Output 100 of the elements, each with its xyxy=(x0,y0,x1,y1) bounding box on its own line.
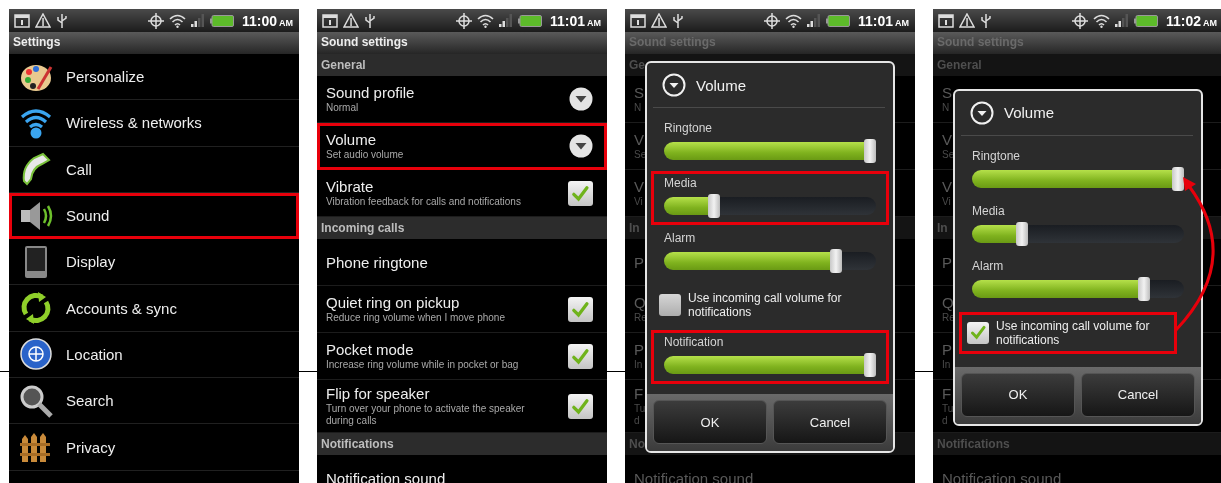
dropdown-icon xyxy=(569,87,593,111)
settings-item[interactable]: Location xyxy=(9,331,299,379)
volume-slider[interactable] xyxy=(972,221,1184,246)
item-subtitle: Tu d xyxy=(942,403,955,427)
settings-item[interactable]: Search xyxy=(9,378,299,425)
item-subtitle: N xyxy=(942,102,950,114)
settings-item[interactable]: Volume Set audio volume xyxy=(317,123,607,170)
settings-item[interactable]: Accounts & sync xyxy=(9,285,299,332)
item-title: Flip for speaker xyxy=(326,385,430,402)
item-title: F xyxy=(942,385,952,402)
item-subtitle: In xyxy=(634,359,643,371)
down-circle-icon xyxy=(970,100,994,125)
warning-icon xyxy=(343,13,359,28)
item-title: V xyxy=(942,131,952,148)
calendar-icon xyxy=(322,13,338,28)
signal-icon xyxy=(190,14,205,27)
usb-icon xyxy=(56,12,68,29)
checkbox[interactable] xyxy=(659,294,681,316)
settings-item[interactable]: Wireless & networks xyxy=(9,100,299,147)
volume-slider[interactable] xyxy=(664,194,876,218)
wifi-icon xyxy=(1092,13,1110,28)
item-title: Notification sound xyxy=(326,469,446,483)
battery-icon xyxy=(517,14,542,27)
checkbox[interactable] xyxy=(568,343,593,369)
checkbox[interactable] xyxy=(568,296,593,322)
slider-label: Media xyxy=(664,176,698,190)
item-subtitle: Vi xyxy=(634,196,643,208)
calendar-icon xyxy=(14,13,30,28)
settings-item[interactable]: Notification sound xyxy=(317,455,607,483)
item-title: Volume xyxy=(326,131,377,148)
battery-icon xyxy=(1133,14,1158,27)
item-title: Phone ringtone xyxy=(326,253,428,271)
settings-item[interactable]: Sound xyxy=(9,192,299,240)
settings-item[interactable]: Display xyxy=(9,239,299,286)
item-title: Q xyxy=(634,294,646,311)
dialog-title: Volume xyxy=(696,76,747,94)
item-title: Quiet ring on pickup xyxy=(326,294,460,311)
slider-label: Notification xyxy=(664,335,725,349)
settings-item[interactable]: Personalize xyxy=(9,54,299,101)
usb-icon xyxy=(980,12,992,29)
section-header: General xyxy=(933,54,1221,76)
settings-item[interactable]: Pocket mode Increase ring volume while in pocket or bag xyxy=(317,333,607,380)
usb-icon xyxy=(672,12,684,29)
item-subtitle: In xyxy=(942,359,951,371)
wifi-icon xyxy=(168,13,186,28)
item-subtitle: Vi xyxy=(942,196,951,208)
section-header: Incoming calls xyxy=(317,217,607,239)
gps-icon xyxy=(1071,12,1088,29)
volume-slider[interactable] xyxy=(972,166,1184,191)
item-subtitle: Normal xyxy=(326,102,359,114)
slider-label: Alarm xyxy=(972,258,1005,273)
gps-icon xyxy=(763,12,780,29)
calendar-icon xyxy=(630,13,646,28)
volume-slider[interactable] xyxy=(664,353,876,377)
item-title: Pocket mode xyxy=(326,341,414,358)
screen-title: Sound settings xyxy=(317,32,607,54)
settings-item[interactable]: Privacy xyxy=(9,424,299,471)
settings-item[interactable]: Quiet ring on pickup Reduce ring volume when I move phone xyxy=(317,286,607,333)
volume-slider[interactable] xyxy=(664,139,876,163)
signal-icon xyxy=(806,14,821,27)
settings-item[interactable]: Sound profile Normal xyxy=(317,76,607,123)
clock: 11:00 AM xyxy=(241,12,293,29)
checkbox[interactable] xyxy=(568,180,593,206)
item-subtitle: Increase ring volume while in pocket or bag xyxy=(326,359,519,371)
item-title: V xyxy=(634,131,644,148)
checkbox[interactable] xyxy=(967,321,989,344)
dialog-button[interactable]: Cancel xyxy=(1081,372,1195,417)
screen-title: Settings xyxy=(9,32,299,54)
item-subtitle: Set audio volume xyxy=(326,149,404,161)
usb-icon xyxy=(364,12,376,29)
item-title: P xyxy=(942,253,952,271)
item-title: F xyxy=(634,385,644,402)
dialog-title: Volume xyxy=(1004,104,1055,121)
volume-slider[interactable] xyxy=(972,276,1184,301)
item-title: S xyxy=(634,84,644,101)
item-title: P xyxy=(634,253,644,271)
signal-icon xyxy=(1114,14,1129,27)
settings-item[interactable]: Call xyxy=(9,146,299,193)
gps-icon xyxy=(455,12,472,29)
clock: 11:02 AM xyxy=(1165,12,1217,29)
checkbox[interactable] xyxy=(568,393,593,419)
item-subtitle: Reduce ring volume when I move phone xyxy=(326,312,505,324)
item-title: P xyxy=(942,341,952,358)
warning-icon xyxy=(651,13,667,28)
calendar-icon xyxy=(938,13,954,28)
checkbox-label: Use incoming call volume for notifications xyxy=(996,318,1151,347)
clock: 11:01 AM xyxy=(857,12,909,29)
dialog-button[interactable]: OK xyxy=(961,372,1075,417)
item-subtitle: Vibration feedback for calls and notifications xyxy=(326,196,521,208)
dialog-button[interactable]: OK xyxy=(653,400,767,444)
item-title: P xyxy=(634,341,644,358)
dialog-button[interactable]: Cancel xyxy=(773,400,887,444)
clock: 11:01 AM xyxy=(549,12,601,29)
globe-icon xyxy=(18,336,54,373)
item-title: Sound profile xyxy=(326,84,415,101)
warning-icon xyxy=(959,13,975,28)
item-title: V xyxy=(634,178,644,195)
item-subtitle: Tu d xyxy=(634,403,647,427)
settings-item[interactable]: Phone ringtone xyxy=(317,239,607,286)
volume-slider[interactable] xyxy=(664,249,876,273)
